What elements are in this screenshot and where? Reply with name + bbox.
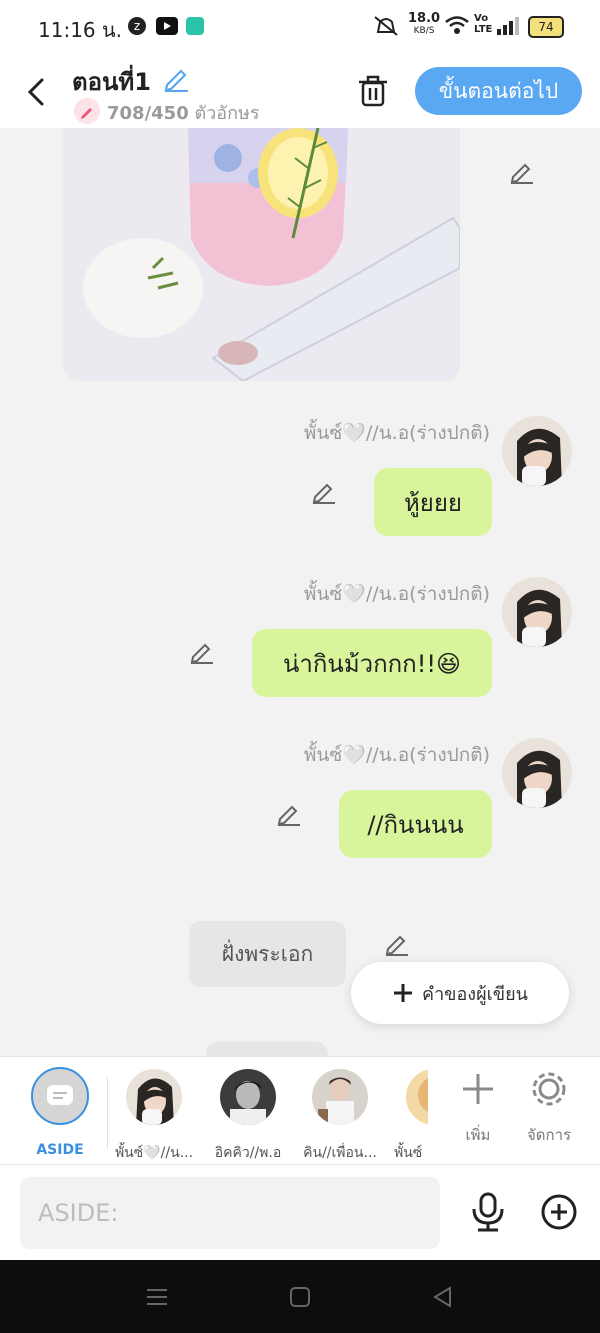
character-avatar xyxy=(406,1069,428,1125)
plus-icon xyxy=(394,984,413,1002)
chevron-left-icon xyxy=(27,78,44,106)
character-avatar xyxy=(126,1069,182,1125)
message-sender-name: พั้นซ์🤍//น.อ(ร่างปกติ) xyxy=(303,422,490,444)
volte-bottom: LTE xyxy=(474,24,493,35)
sender-avatar[interactable] xyxy=(502,738,572,808)
message-bubble[interactable]: //กินนนน xyxy=(339,790,492,858)
add-character-label: เพิ่ม xyxy=(465,1126,491,1144)
gear-icon xyxy=(532,1072,566,1106)
pencil-icon xyxy=(190,643,213,664)
aside-message-text: ฝั่งพระเอก xyxy=(221,941,314,966)
home-square-icon xyxy=(290,1287,310,1307)
message-bubble[interactable]: น่ากินม้วกกก!!😆 xyxy=(252,629,492,697)
menu-icon xyxy=(147,1289,167,1305)
edit-message-button[interactable] xyxy=(275,800,301,826)
character-label: พั้นซ์🤍//น... xyxy=(114,1145,194,1161)
character-item[interactable]: พั้นซ์ xyxy=(388,1067,428,1159)
add-character-button[interactable]: เพิ่ม xyxy=(448,1069,508,1159)
battery-icon: 74 xyxy=(528,16,564,38)
trash-icon xyxy=(359,75,387,107)
message-sender-name: พั้นซ์🤍//น.อ(ร่างปกติ) xyxy=(303,583,490,605)
char-count-value: 708/450 xyxy=(107,103,189,124)
notification-z-icon: z xyxy=(128,17,146,35)
pencil-icon xyxy=(164,69,188,92)
volte-indicator: Vo LTE xyxy=(474,13,492,35)
edit-message-button[interactable] xyxy=(310,478,336,504)
microphone-icon xyxy=(472,1192,504,1232)
character-label: พั้นซ์ xyxy=(394,1145,423,1159)
edit-message-button[interactable] xyxy=(508,158,534,184)
edit-message-button[interactable] xyxy=(383,930,409,956)
character-fade xyxy=(428,1057,434,1164)
volte-top: Vo xyxy=(474,13,489,24)
chat-bubble-icon xyxy=(47,1085,73,1105)
message-input-bar xyxy=(0,1164,600,1261)
character-label: ASIDE xyxy=(36,1142,84,1158)
youtube-icon xyxy=(156,17,178,35)
wifi-icon xyxy=(444,14,470,40)
edit-title-button[interactable] xyxy=(162,64,190,96)
system-nav-bar xyxy=(0,1260,600,1333)
status-time: 11:16 น. xyxy=(38,18,123,42)
drink-photo-image xyxy=(63,128,460,381)
battery-level: 74 xyxy=(538,20,554,34)
net-speed-value: 18.0 xyxy=(408,11,441,26)
delete-button[interactable] xyxy=(357,74,389,112)
menu-nav-button[interactable] xyxy=(144,1284,170,1314)
editor-header: ตอนที่1 708/450 ตัวอักษร ขั้นตอนต่อไป xyxy=(0,54,600,128)
pencil-icon xyxy=(277,805,300,826)
pencil-icon xyxy=(312,483,335,504)
manage-characters-label: จัดการ xyxy=(526,1126,572,1144)
character-divider xyxy=(107,1077,108,1149)
character-label: อิคคิว//พ.อ xyxy=(214,1145,282,1161)
char-count-unit: ตัวอักษร xyxy=(194,103,260,124)
edit-message-button[interactable] xyxy=(188,638,214,664)
character-label: คิน//เพื่อน... xyxy=(303,1145,377,1161)
pencil-icon xyxy=(385,935,408,956)
manage-characters-button[interactable]: จัดการ xyxy=(518,1069,580,1159)
back-button[interactable] xyxy=(22,72,52,112)
add-attachment-button[interactable] xyxy=(540,1193,578,1235)
mute-icon xyxy=(372,14,400,42)
aside-avatar xyxy=(31,1067,89,1125)
message-text: หู้ยยย xyxy=(403,488,462,517)
signal-icon xyxy=(496,14,520,40)
sender-avatar[interactable] xyxy=(502,416,572,486)
chat-app-icon xyxy=(186,17,204,35)
character-avatar xyxy=(220,1069,276,1125)
char-count-badge-icon xyxy=(74,98,100,124)
message-input[interactable] xyxy=(20,1177,440,1249)
character-aside[interactable]: ASIDE xyxy=(18,1067,102,1159)
episode-title: ตอนที่1 xyxy=(72,68,151,96)
message-sender-name: พั้นซ์🤍//น.อ(ร่างปกติ) xyxy=(303,744,490,766)
message-bubble[interactable]: หู้ยยย xyxy=(374,468,492,536)
character-selector: ASIDE พั้นซ์🤍//น... อิคคิว//พ.อ คิน//เพื… xyxy=(0,1056,600,1165)
character-item[interactable]: อิคคิว//พ.อ xyxy=(206,1067,290,1161)
voice-input-button[interactable] xyxy=(470,1191,506,1237)
sender-avatar[interactable] xyxy=(502,577,572,647)
message-text: น่ากินม้วกกก!!😆 xyxy=(283,649,461,678)
character-avatar xyxy=(312,1069,368,1125)
message-text: //กินนนน xyxy=(367,810,464,839)
plus-circle-icon xyxy=(541,1194,577,1230)
character-item[interactable]: พั้นซ์🤍//น... xyxy=(112,1067,196,1161)
plus-icon xyxy=(463,1074,493,1104)
status-bar: 11:16 น. z 18.0 KB/S Vo LTE 74 xyxy=(0,0,600,54)
chat-area: พั้นซ์🤍//น.อ(ร่างปกติ) หู้ยยย พั้นซ์🤍//น… xyxy=(0,128,600,1056)
partial-message-bubble xyxy=(206,1042,328,1056)
net-speed-unit: KB/S xyxy=(413,26,435,36)
next-step-button[interactable]: ขั้นตอนต่อไป xyxy=(415,67,582,115)
home-nav-button[interactable] xyxy=(287,1284,313,1314)
author-note-label: คำของผู้เขียน xyxy=(422,983,528,1005)
author-note-button[interactable]: คำของผู้เขียน xyxy=(351,962,569,1024)
net-speed: 18.0 KB/S xyxy=(408,12,440,38)
chat-photo[interactable] xyxy=(63,128,460,381)
aside-message-bubble[interactable]: ฝั่งพระเอก xyxy=(189,921,346,987)
character-item[interactable]: คิน//เพื่อน... xyxy=(298,1067,382,1161)
back-triangle-icon xyxy=(433,1286,451,1308)
back-nav-button[interactable] xyxy=(430,1284,456,1314)
pencil-icon xyxy=(510,163,533,184)
char-count: 708/450 ตัวอักษร xyxy=(107,98,260,127)
